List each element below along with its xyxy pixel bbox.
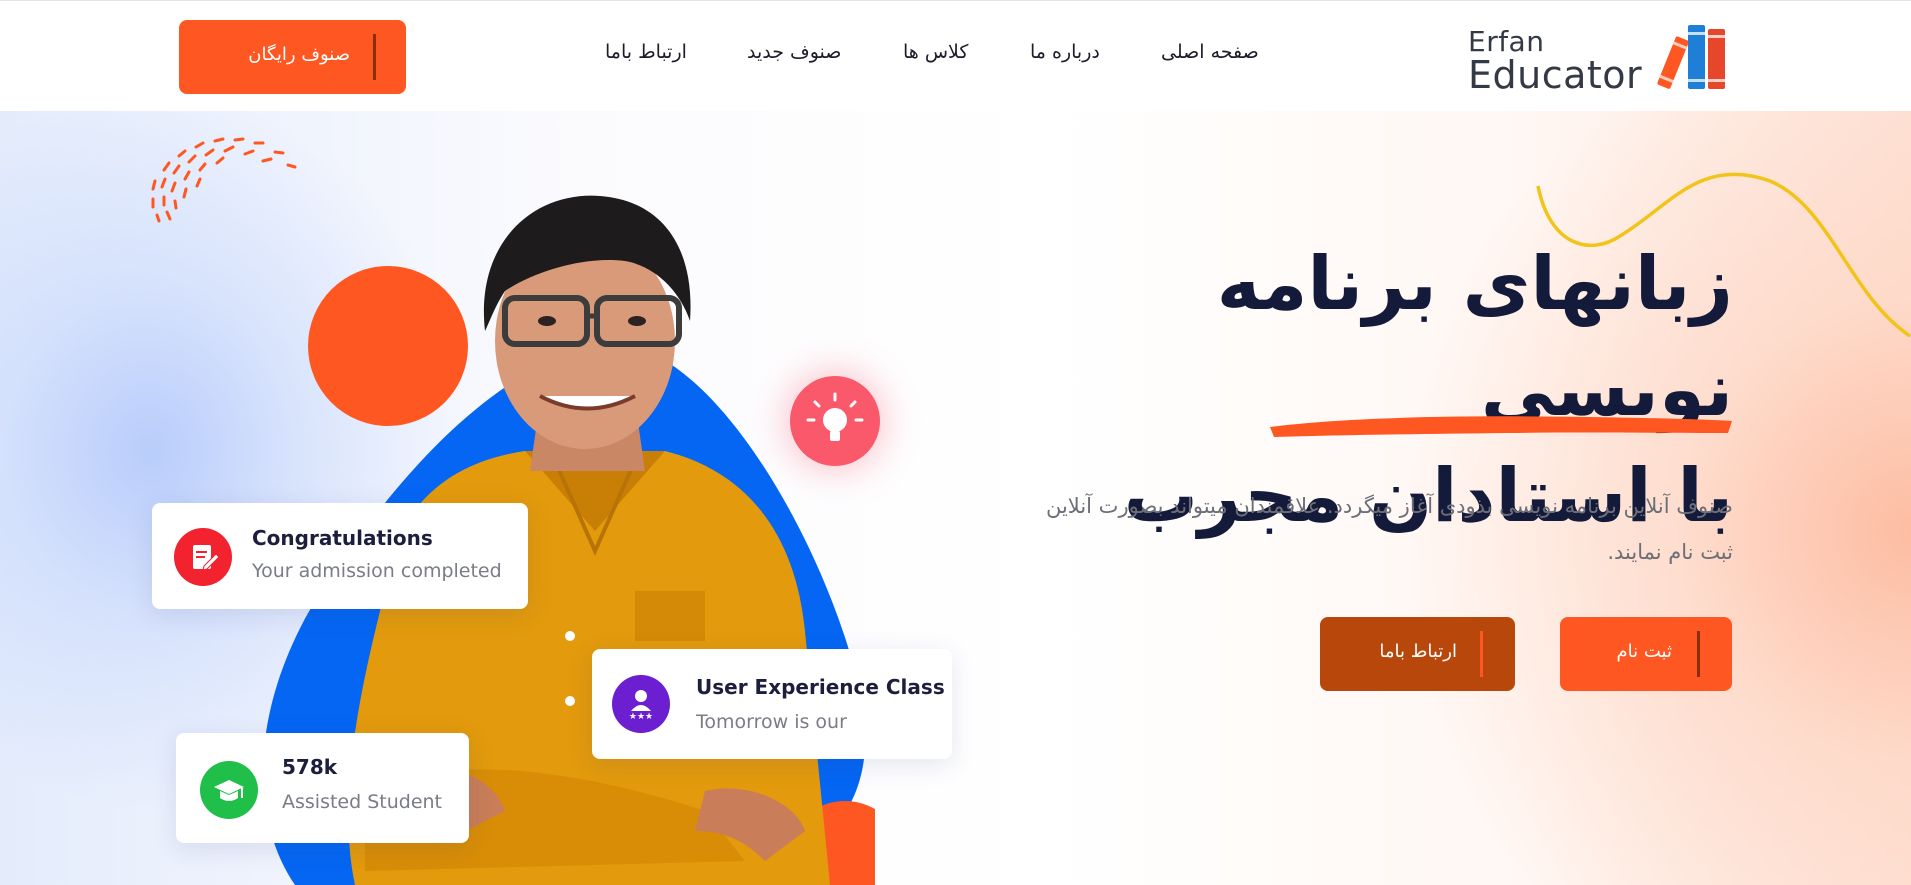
logo-text-educator: Educator <box>1468 53 1643 97</box>
nav-item-home[interactable]: صفحه اصلی <box>1161 41 1259 63</box>
students-label: Assisted Student <box>282 791 443 813</box>
nav-item-classes[interactable]: کلاس ها <box>903 41 968 63</box>
register-button[interactable]: ثبت نام <box>1560 617 1732 691</box>
contact-label: ارتباط باما <box>1379 641 1457 662</box>
nav-item-new-courses[interactable]: صنوف جدید <box>747 41 841 63</box>
ux-class-subtitle: Tomorrow is our <box>696 711 847 733</box>
congratulations-title: Congratulations <box>252 526 433 550</box>
button-divider <box>1697 631 1700 677</box>
site-logo[interactable]: Erfan Educator <box>1468 19 1732 97</box>
ux-class-title: User Experience Class <box>696 675 945 699</box>
headline-underline-brush <box>1270 416 1732 437</box>
free-courses-button[interactable]: صنوف رایگان <box>179 20 406 94</box>
lightbulb-badge <box>790 376 880 466</box>
students-card: 578k Assisted Student <box>176 733 469 843</box>
lightbulb-icon <box>806 392 864 441</box>
edit-document-icon <box>174 528 232 586</box>
button-divider <box>373 34 376 80</box>
congratulations-card: Congratulations Your admission completed <box>152 503 528 609</box>
rating-user-icon: ★★★ <box>612 675 670 733</box>
hero-section: Congratulations Your admission completed… <box>0 111 1911 885</box>
description-line-2: ثبت نام نمایند. <box>1607 540 1733 564</box>
site-header: Erfan Educator صفحه اصلی درباره ما کلاس … <box>0 0 1911 111</box>
contact-button[interactable]: ارتباط باما <box>1320 617 1515 691</box>
decorative-dashes <box>151 137 297 223</box>
graduation-cap-icon <box>200 761 258 819</box>
congratulations-subtitle: Your admission completed <box>252 560 502 582</box>
nav-item-about[interactable]: درباره ما <box>1030 41 1100 63</box>
free-courses-label: صنوف رایگان <box>248 44 350 65</box>
books-logo-icon <box>1657 25 1725 89</box>
nav-item-contact[interactable]: ارتباط باما <box>605 41 687 63</box>
students-count: 578k <box>282 755 338 779</box>
description-line-1: صنوف آنلاین برنامه نویسی بذودی آغاز میگر… <box>1045 494 1733 518</box>
button-divider <box>1480 631 1483 677</box>
ux-class-card: ★★★ User Experience Class Tomorrow is ou… <box>592 649 952 759</box>
svg-text:★★★: ★★★ <box>629 712 653 722</box>
register-label: ثبت نام <box>1616 641 1672 662</box>
hero-description: صنوف آنلاین برنامه نویسی بذودی آغاز میگر… <box>973 483 1733 575</box>
